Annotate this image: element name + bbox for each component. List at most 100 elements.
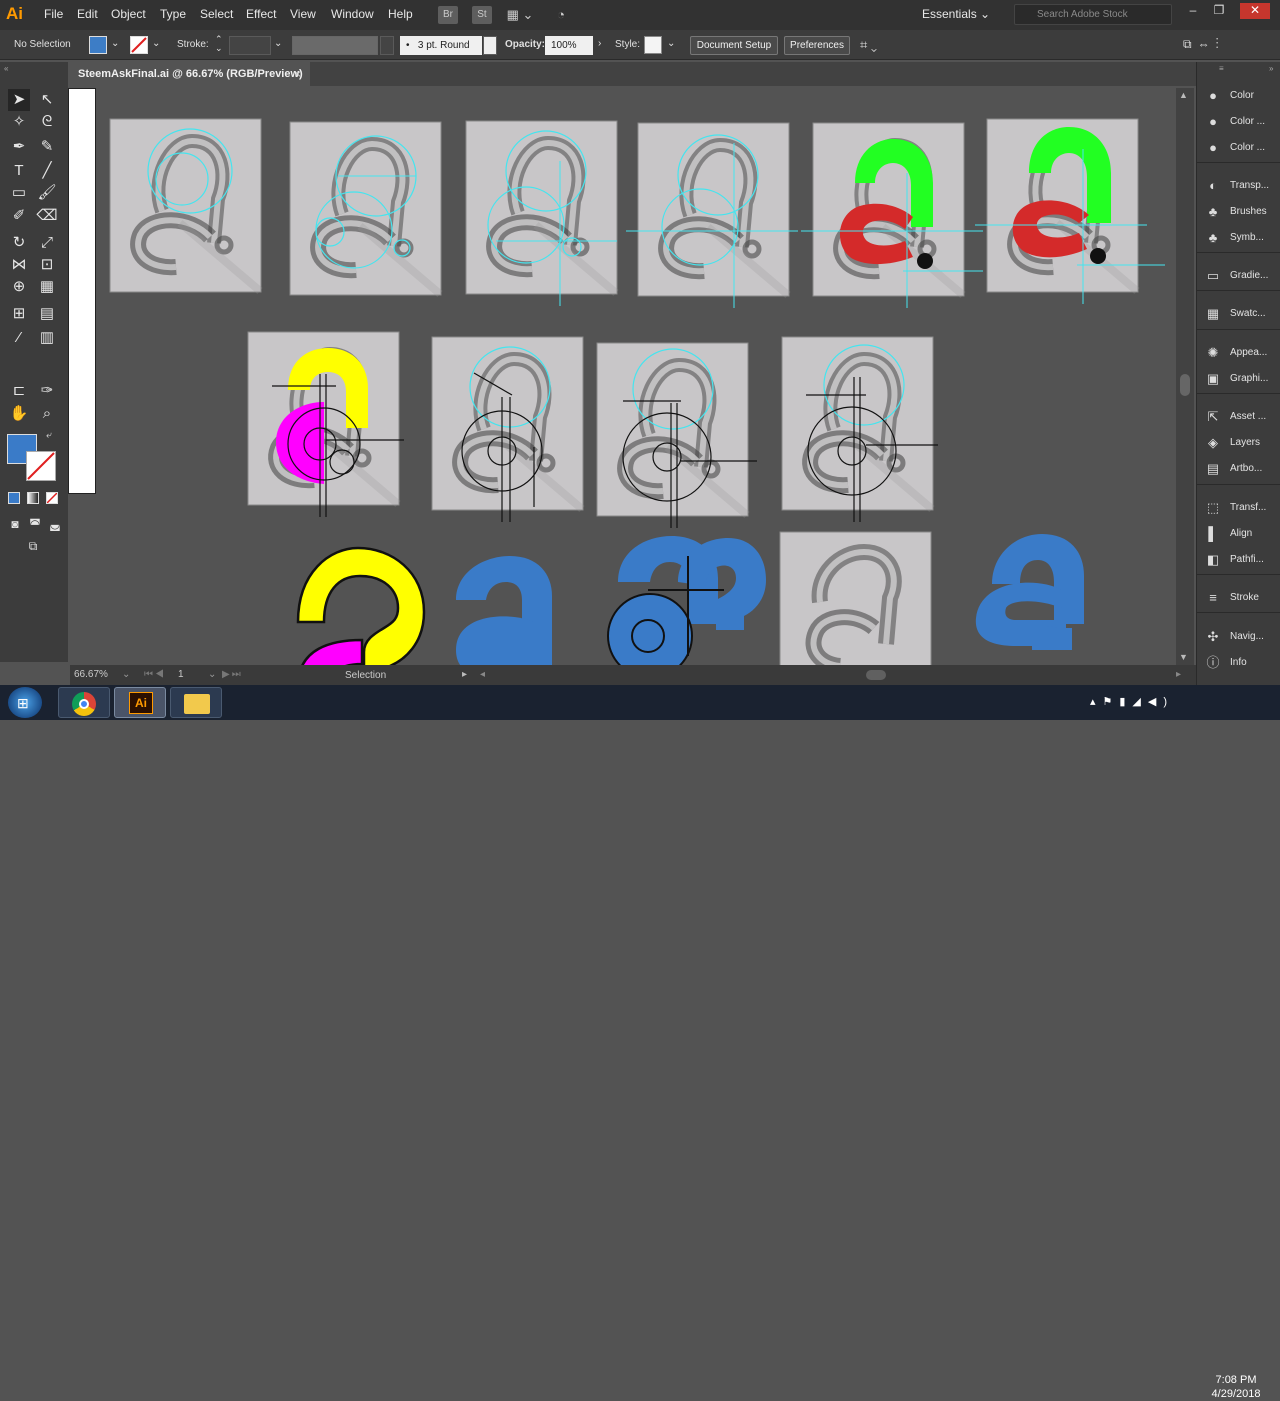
minimize-button[interactable]: – xyxy=(1183,3,1203,19)
menu-object[interactable]: Object xyxy=(111,7,146,21)
brush-dropdown-icon[interactable] xyxy=(483,36,497,55)
slice-tool-icon[interactable]: ✑ xyxy=(36,380,58,402)
free-transform-tool-icon[interactable]: ⊡ xyxy=(36,254,58,276)
opacity-input[interactable]: 100% xyxy=(545,36,593,55)
paintbrush-tool-icon[interactable]: 🖌 xyxy=(36,182,58,204)
eyedropper-tool-icon[interactable]: ⁄ xyxy=(8,327,30,349)
stroke-dropdown-icon[interactable]: ⌄ xyxy=(152,38,160,49)
taskbar-explorer[interactable] xyxy=(170,687,222,718)
tray-icons[interactable]: ▴⚑▮◢◀) xyxy=(1090,695,1174,708)
graphic-style-swatch[interactable] xyxy=(644,36,662,54)
scroll-up-icon[interactable]: ▲ xyxy=(1179,90,1188,100)
taskbar-illustrator[interactable]: Ai xyxy=(114,687,166,718)
fill-swatch[interactable] xyxy=(89,36,107,54)
rotate-tool-icon[interactable]: ↻ xyxy=(8,232,30,254)
panel-button-pathfinder[interactable]: ◧ Pathfi... xyxy=(1197,548,1280,572)
document-tab[interactable]: SteemAskFinal.ai @ 66.67% (RGB/Preview) xyxy=(70,62,310,86)
lasso-tool-icon[interactable]: ᘓ xyxy=(36,111,58,133)
artboard-dropdown-icon[interactable]: ⌄ xyxy=(208,669,216,680)
panel-button-artboards[interactable]: ▤ Artbo... xyxy=(1197,457,1280,481)
menu-effect[interactable]: Effect xyxy=(246,7,276,21)
variable-width-profile[interactable] xyxy=(292,36,378,55)
direct-selection-tool-icon[interactable]: ↖ xyxy=(36,89,58,111)
curvature-tool-icon[interactable]: ✎ xyxy=(36,136,58,158)
workspace-switcher[interactable]: Essentials ⌄ xyxy=(922,7,990,21)
panel-button-info[interactable]: ⓘ Info xyxy=(1197,651,1280,675)
scale-tool-icon[interactable]: ⤢ xyxy=(36,232,58,254)
perspective-grid-tool-icon[interactable]: ▦ xyxy=(36,276,58,298)
draw-normal-icon[interactable]: ◙ xyxy=(4,513,26,535)
draw-behind-icon[interactable]: ◚ xyxy=(24,513,46,535)
none-mode-icon[interactable] xyxy=(46,492,58,504)
panel-collapse-icon[interactable]: « xyxy=(4,64,8,73)
menu-file[interactable]: File xyxy=(44,7,63,21)
menu-window[interactable]: Window xyxy=(331,7,374,21)
menu-view[interactable]: View xyxy=(290,7,316,21)
shape-builder-tool-icon[interactable]: ⊕ xyxy=(8,276,30,298)
scroll-down-icon[interactable]: ▼ xyxy=(1179,652,1188,662)
hand-tool-icon[interactable]: ✋ xyxy=(8,403,30,425)
maximize-button[interactable]: ❐ xyxy=(1209,3,1229,19)
panel-button-transform[interactable]: ⬚ Transf... xyxy=(1197,496,1280,520)
status-menu-icon[interactable]: ▸ xyxy=(462,669,467,680)
artboard-prev-icon[interactable]: ⏮◀ xyxy=(144,669,166,680)
screen-mode-icon[interactable]: ⧉ xyxy=(22,535,44,557)
profile-dropdown-icon[interactable] xyxy=(380,36,394,55)
artboard-number[interactable]: 1 xyxy=(178,669,184,680)
gpu-performance-icon[interactable]: ◔ xyxy=(550,6,572,24)
opacity-expand-icon[interactable]: › xyxy=(598,38,601,49)
menu-help[interactable]: Help xyxy=(388,7,413,21)
arrange-icon[interactable]: ⌗ ⌄ xyxy=(860,37,877,53)
panel-button-stroke[interactable]: ≡ Stroke xyxy=(1197,586,1280,610)
panel-button-symbols[interactable]: ♣ Symb... xyxy=(1197,226,1280,250)
vertical-scrollbar[interactable]: ▲ ▼ xyxy=(1176,88,1194,665)
panel-button-gradient[interactable]: ▭ Gradie... xyxy=(1197,264,1280,288)
gradient-tool-icon[interactable]: ▤ xyxy=(36,303,58,325)
fill-dropdown-icon[interactable]: ⌄ xyxy=(111,38,119,49)
panel-button-graphic-styles[interactable]: ▣ Graphi... xyxy=(1197,367,1280,391)
start-button[interactable]: ⊞ xyxy=(8,687,42,718)
taskbar-chrome[interactable] xyxy=(58,687,110,718)
stroke-weight-input[interactable] xyxy=(229,36,271,55)
magic-wand-tool-icon[interactable]: ✧ xyxy=(8,111,30,133)
close-document-icon[interactable]: × xyxy=(294,67,301,81)
menu-select[interactable]: Select xyxy=(200,7,233,21)
stroke-stepper-icon[interactable]: ⌃ ⌄ xyxy=(215,35,223,53)
line-tool-icon[interactable]: ╱ xyxy=(36,160,58,182)
gradient-mode-icon[interactable] xyxy=(27,492,39,504)
panel-button-swatches[interactable]: ▦ Swatc... xyxy=(1197,302,1280,326)
stock-button[interactable]: St xyxy=(472,6,492,24)
align-options-icon[interactable]: ⧉⇔⁝ xyxy=(1183,37,1225,52)
scroll-right-icon[interactable]: ▸ xyxy=(1176,669,1181,680)
style-dropdown-icon[interactable]: ⌄ xyxy=(667,38,675,49)
graph-tool-icon[interactable]: ▥ xyxy=(36,327,58,349)
stroke-swatch[interactable] xyxy=(130,36,148,54)
panel-button-color[interactable]: ● Color xyxy=(1197,84,1280,108)
selection-tool-icon[interactable]: ➤ xyxy=(8,89,30,111)
type-tool-icon[interactable]: T xyxy=(8,160,30,182)
panel-button-color-guide[interactable]: ● Color ... xyxy=(1197,110,1280,134)
search-stock-input[interactable]: Search Adobe Stock xyxy=(1014,4,1172,25)
dock-expand-icon[interactable]: » xyxy=(1269,64,1273,73)
artboard-tool-icon[interactable]: ⊏ xyxy=(8,380,30,402)
close-window-button[interactable]: ✕ xyxy=(1240,3,1270,19)
preferences-button[interactable]: Preferences xyxy=(784,36,850,55)
panel-button-color-themes[interactable]: ● Color ... xyxy=(1197,136,1280,160)
stroke-weight-dropdown-icon[interactable]: ⌄ xyxy=(274,38,282,49)
document-setup-button[interactable]: Document Setup xyxy=(690,36,778,55)
artboard-next-icon[interactable]: ▶⏭ xyxy=(222,669,243,680)
panel-button-navigator[interactable]: ✣ Navig... xyxy=(1197,625,1280,649)
system-clock[interactable]: 7:08 PM 4/29/2018 xyxy=(1196,1373,1276,1401)
horizontal-scroll-thumb[interactable] xyxy=(866,670,886,680)
artboard-canvas[interactable] xyxy=(96,88,1174,665)
stroke-color-box[interactable] xyxy=(26,451,56,481)
eraser-tool-icon[interactable]: ⌫ xyxy=(36,205,58,227)
rectangle-tool-icon[interactable]: ▭ xyxy=(8,182,30,204)
menu-type[interactable]: Type xyxy=(160,7,186,21)
zoom-dropdown-icon[interactable]: ⌄ xyxy=(122,669,130,680)
dock-menu-icon[interactable]: ≡ xyxy=(1219,64,1224,73)
scroll-left-icon[interactable]: ◂ xyxy=(480,669,485,680)
pen-tool-icon[interactable]: ✒ xyxy=(8,136,30,158)
color-mode-icon[interactable] xyxy=(8,492,20,504)
menu-edit[interactable]: Edit xyxy=(77,7,98,21)
